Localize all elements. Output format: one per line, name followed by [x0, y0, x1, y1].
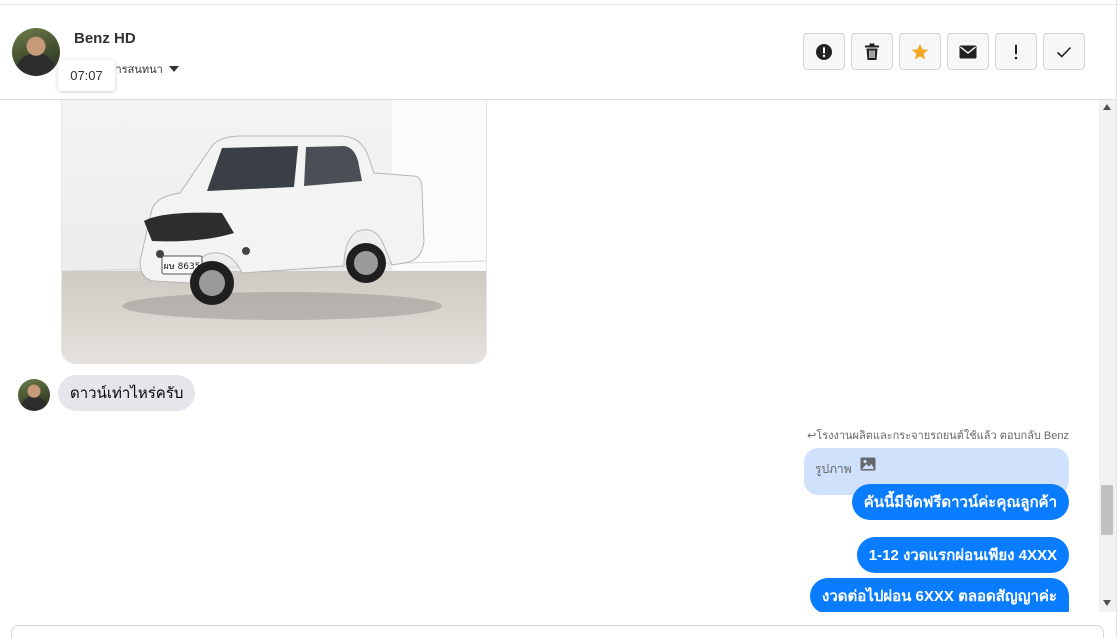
- right-divider: [1116, 0, 1117, 638]
- scroll-thumb[interactable]: [1101, 485, 1113, 535]
- scroll-up-arrow-icon[interactable]: [1103, 104, 1111, 110]
- reply-meta-text: โรงงานผลิตและกระจายรถยนต์ใช้แล้ว ตอบกลับ…: [816, 430, 1069, 442]
- incoming-message[interactable]: ดาวน์เท่าไหร่ครับ: [58, 375, 196, 411]
- contact-name[interactable]: Benz HD: [74, 30, 136, 47]
- outgoing-message[interactable]: คันนี้มีจัดฟรีดาวน์ค่ะคุณลูกค้า: [851, 484, 1069, 520]
- conversation-header: Benz HD ติดตามการสนทนา 07:07: [0, 5, 1116, 100]
- mark-important-button[interactable]: [995, 33, 1037, 70]
- time-tooltip: 07:07: [58, 60, 115, 91]
- mark-spam-button[interactable]: [803, 33, 845, 70]
- quoted-label: รูปภาพ: [815, 462, 852, 476]
- reply-arrow-icon: ↩: [807, 430, 817, 442]
- exclamation-icon: [1014, 44, 1018, 59]
- incoming-image[interactable]: ผษ 8635: [61, 100, 487, 364]
- sender-avatar[interactable]: [18, 379, 50, 411]
- outgoing-message[interactable]: 1-12 งวดแรกผ่อนเพียง 4XXX: [856, 537, 1069, 573]
- mark-unread-button[interactable]: [947, 33, 989, 70]
- image-icon: [860, 457, 876, 471]
- scroll-down-arrow-icon[interactable]: [1103, 600, 1111, 606]
- mark-done-button[interactable]: [1043, 33, 1085, 70]
- star-button[interactable]: [899, 33, 941, 70]
- car-photo-image: ผษ 8635: [62, 100, 486, 363]
- thread-scrollbar[interactable]: [1099, 100, 1116, 612]
- conversation-toolbar: [803, 33, 1085, 70]
- envelope-icon: [959, 45, 977, 58]
- message-thread[interactable]: ผษ 8635 ดาวน์เท่าไหร่ครับ ↩โรงงานผลิตและ…: [0, 100, 1097, 612]
- contact-avatar[interactable]: [12, 28, 60, 76]
- check-icon: [1056, 46, 1072, 58]
- alert-circle-icon: [816, 43, 832, 60]
- outgoing-message[interactable]: งวดต่อไปผ่อน 6XXX ตลอดสัญญาค่ะ: [810, 578, 1069, 612]
- message-composer[interactable]: [11, 625, 1104, 638]
- reply-meta: ↩โรงงานผลิตและกระจายรถยนต์ใช้แล้ว ตอบกลั…: [807, 426, 1069, 444]
- caret-down-icon: [168, 66, 179, 72]
- trash-icon: [865, 43, 879, 60]
- messenger-page: Benz HD ติดตามการสนทนา 07:07 ผษ 8635 ดาว…: [0, 0, 1119, 638]
- delete-button[interactable]: [851, 33, 893, 70]
- star-icon: [911, 43, 929, 59]
